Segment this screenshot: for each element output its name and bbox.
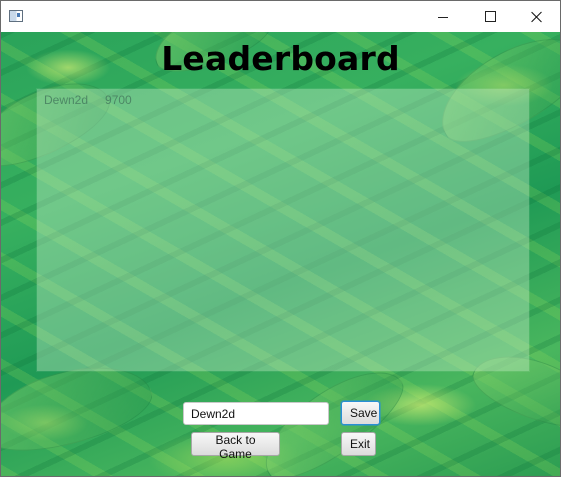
maximize-icon [484,11,496,22]
title-bar[interactable] [1,1,560,32]
save-button[interactable]: Save [341,401,380,425]
close-icon [531,11,543,23]
entry-name: Dewn2d [44,93,89,107]
leaderboard-entry[interactable]: Dewn2d 9700 [44,93,132,107]
leaderboard-list[interactable]: Dewn2d 9700 [37,89,529,371]
page-title: Leaderboard [161,39,400,78]
app-icon [9,10,23,22]
back-to-game-button[interactable]: Back to Game [191,432,280,461]
maximize-button[interactable] [467,1,513,32]
close-button[interactable] [514,1,560,32]
exit-button[interactable]: Exit [341,432,376,456]
minimize-icon [438,16,448,18]
leaf-background: Leaderboard Dewn2d 9700 Save Back to Gam… [1,32,560,476]
app-window: Leaderboard Dewn2d 9700 Save Back to Gam… [0,0,561,477]
entry-score: 9700 [105,93,132,107]
minimize-button[interactable] [420,1,466,32]
player-name-input[interactable] [183,402,329,425]
